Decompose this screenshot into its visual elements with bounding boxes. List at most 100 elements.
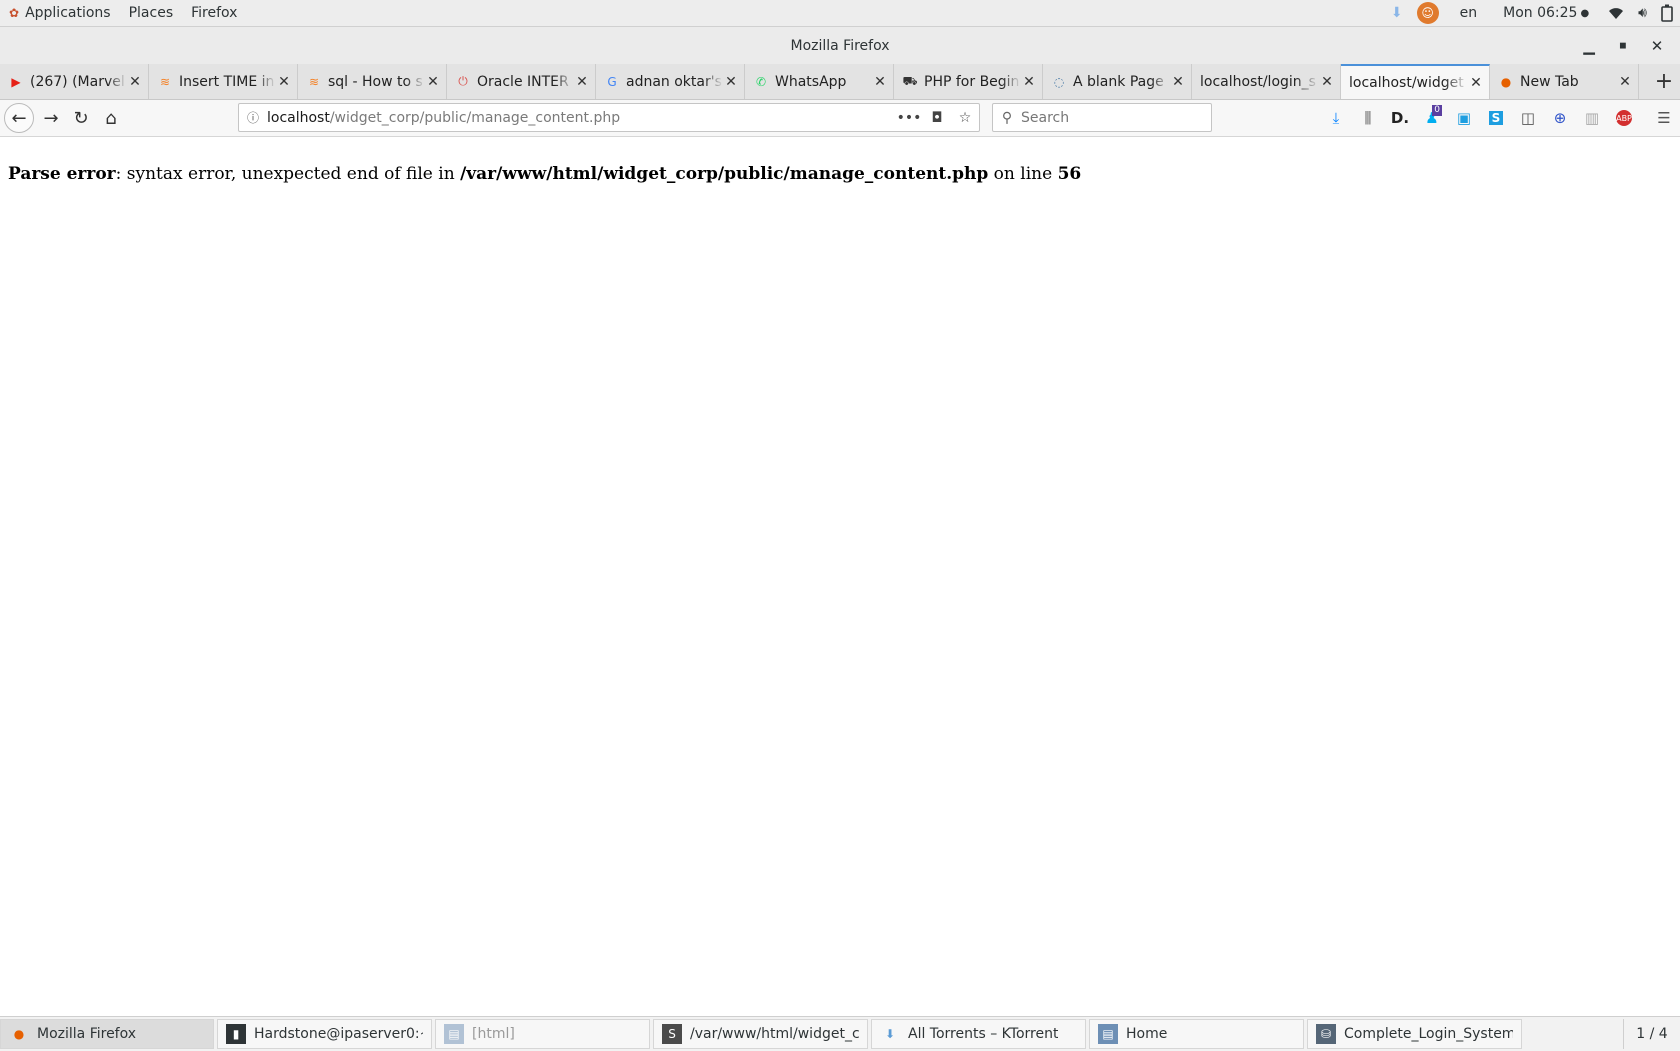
volume-icon[interactable]: 🔊︎ — [1631, 0, 1654, 26]
close-tab-icon[interactable]: ✕ — [1170, 74, 1186, 90]
toolbar-icons: ⤓ ⫼ D. ♟ 0 ▣ S ◫ ⊕ ▥ ABP ☰ — [1320, 103, 1680, 133]
adblock-icon: ABP — [1616, 110, 1632, 126]
url-host: localhost — [267, 109, 330, 126]
firefox-icon: ● — [13, 1027, 25, 1041]
error-on-line: on line — [988, 164, 1058, 184]
reload-button[interactable]: ↻ — [66, 103, 96, 133]
battery-icon[interactable] — [1654, 0, 1680, 26]
user-avatar-tray[interactable]: ☺ — [1410, 0, 1446, 26]
tab-7[interactable]: ⛟ PHP for Begin ✕ — [894, 64, 1043, 99]
download-arrow-icon: ⤓ — [1332, 109, 1340, 127]
minimize-button[interactable]: ▁ — [1572, 27, 1606, 64]
language-indicator[interactable]: en — [1446, 0, 1492, 26]
taskbar-item-7[interactable]: ⛁ Complete_Login_System_In_... — [1307, 1019, 1522, 1049]
applications-menu[interactable]: ✿ Applications — [0, 0, 120, 26]
taskbar-item-6[interactable]: ▤ Home — [1089, 1019, 1304, 1049]
save-button[interactable]: ▣ — [1448, 103, 1480, 133]
dashlane-button[interactable]: D. — [1384, 103, 1416, 133]
workspace-switcher[interactable]: 1 / 4 — [1623, 1019, 1680, 1049]
tab-4[interactable]: ⏻ Oracle INTER ✕ — [447, 64, 596, 99]
hamburger-menu-icon: ☰ — [1657, 109, 1671, 127]
skype-button[interactable]: S — [1480, 103, 1512, 133]
gnome-top-bar: ✿ Applications Places Firefox ⬇ ☺ en Mon… — [0, 0, 1680, 27]
reload-icon: ↻ — [73, 107, 89, 129]
tab-3[interactable]: ≋ sql - How to s ✕ — [298, 64, 447, 99]
url-bar[interactable]: ⓘ localhost/widget_corp/public/manage_co… — [238, 103, 980, 132]
new-tab-button[interactable]: + — [1648, 64, 1680, 99]
tab-label: localhost/login_s — [1200, 73, 1316, 90]
taskbar-item-5[interactable]: ⬇ All Torrents – KTorrent — [871, 1019, 1086, 1049]
home-button[interactable]: ⌂ — [96, 103, 126, 133]
ktorrent-icon: ⬇ — [884, 1027, 896, 1041]
close-window-button[interactable]: ✕ — [1640, 27, 1674, 64]
taskbar-item-label: Hardstone@ipaserver0:~ — [254, 1026, 423, 1042]
forward-button[interactable]: → — [36, 103, 66, 133]
close-tab-icon[interactable]: ✕ — [723, 74, 739, 90]
close-tab-icon[interactable]: ✕ — [1319, 74, 1335, 90]
taskbar-item-2[interactable]: ▮ Hardstone@ipaserver0:~ — [217, 1019, 432, 1049]
minimize-icon: ▁ — [1583, 36, 1595, 55]
close-tab-icon[interactable]: ✕ — [872, 74, 888, 90]
menu-button[interactable]: ☰ — [1648, 103, 1680, 133]
maximize-button[interactable]: ◼ — [1606, 27, 1640, 64]
download-helper-button[interactable]: ⊕ — [1544, 103, 1576, 133]
taskbar-item-3[interactable]: ▤ [html] — [435, 1019, 650, 1049]
adblock-button[interactable]: ABP — [1608, 103, 1640, 133]
firefox-icon: ● — [1500, 74, 1512, 89]
url-text[interactable]: localhost/widget_corp/public/manage_cont… — [267, 110, 895, 126]
maximize-icon: ◼ — [1619, 40, 1627, 51]
pocket-icon[interactable]: ◘ — [923, 110, 951, 126]
tab-10[interactable]: localhost/widget ✕ — [1341, 64, 1490, 99]
close-tab-icon[interactable]: ✕ — [127, 74, 143, 90]
ghostery-button[interactable]: ♟ 0 — [1416, 103, 1448, 133]
tab-9[interactable]: localhost/login_s ✕ — [1192, 64, 1341, 99]
firefox-app-menu-label: Firefox — [191, 5, 238, 21]
ghostery-badge: 0 — [1432, 105, 1442, 116]
close-tab-icon[interactable]: ✕ — [1617, 74, 1633, 90]
tab-1[interactable]: ▶ (267) (Marvel ✕ — [0, 64, 149, 99]
downloads-button[interactable]: ⤓ — [1320, 103, 1352, 133]
library-button[interactable]: ⫼ — [1352, 103, 1384, 133]
network-icon: ⛁ — [1316, 1024, 1336, 1044]
tab-strip: ▶ (267) (Marvel ✕ ≋ Insert TIME in ✕ ≋ sql - Ho… — [0, 64, 1680, 100]
clock[interactable]: Mon 06:25 ● — [1491, 0, 1601, 26]
places-menu[interactable]: Places — [120, 0, 183, 26]
firefox-app-menu[interactable]: Firefox — [182, 0, 246, 26]
search-bar[interactable]: ⚲ Search — [992, 103, 1212, 132]
url-path: /widget_corp/public/manage_content.php — [329, 109, 621, 126]
close-tab-icon[interactable]: ✕ — [1468, 75, 1484, 91]
dashlane-icon: D. — [1390, 109, 1410, 127]
window-title-bar[interactable]: Mozilla Firefox ▁ ◼ ✕ — [0, 27, 1680, 64]
tab-11[interactable]: ● New Tab ✕ — [1490, 64, 1639, 99]
tab-8[interactable]: ◌ A blank Page ✕ — [1043, 64, 1192, 99]
back-button[interactable]: ← — [4, 103, 34, 133]
taskbar-item-1[interactable]: ● Mozilla Firefox — [0, 1019, 214, 1049]
page-actions-icon[interactable]: ••• — [895, 110, 923, 126]
taskbar-item-label: /var/www/html/widget_corp/p... — [690, 1026, 859, 1042]
notification-dot-icon: ● — [1580, 7, 1590, 19]
tab-6[interactable]: ✆ WhatsApp ✕ — [745, 64, 894, 99]
error-label: Parse error — [8, 164, 116, 184]
bookmark-star-icon[interactable]: ☆ — [951, 110, 979, 126]
home-icon: ⌂ — [105, 107, 117, 129]
avatar-icon: ☺ — [1416, 2, 1439, 24]
close-tab-icon[interactable]: ✕ — [276, 74, 292, 90]
close-tab-icon[interactable]: ✕ — [425, 74, 441, 90]
tab-label: adnan oktar's — [626, 73, 722, 90]
close-tab-icon[interactable]: ✕ — [1021, 74, 1037, 90]
taskbar-item-4[interactable]: S/var/www/html/widget_corp/p... — [653, 1019, 868, 1049]
reader-button[interactable]: ▥ — [1576, 103, 1608, 133]
site-info-icon[interactable]: ⓘ — [239, 109, 267, 126]
tab-2[interactable]: ≋ Insert TIME in ✕ — [149, 64, 298, 99]
tab-5[interactable]: Gadnan oktar's ✕ — [596, 64, 745, 99]
back-arrow-icon: ← — [11, 107, 27, 129]
forward-arrow-icon: → — [43, 107, 59, 129]
error-line-number: 56 — [1057, 164, 1082, 184]
search-placeholder: Search — [1021, 109, 1070, 126]
close-tab-icon[interactable]: ✕ — [574, 74, 590, 90]
download-tray-icon[interactable]: ⬇ — [1384, 0, 1410, 26]
files-icon: ▤ — [444, 1024, 464, 1044]
tab-label: localhost/widget — [1349, 74, 1464, 91]
sidebar-button[interactable]: ◫ — [1512, 103, 1544, 133]
wifi-icon[interactable] — [1601, 0, 1631, 26]
